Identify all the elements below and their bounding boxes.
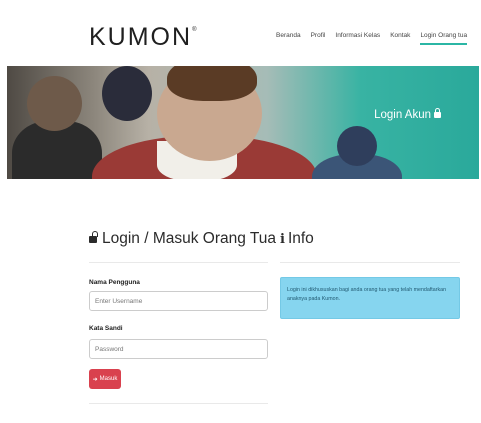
- unlock-icon: [89, 231, 98, 243]
- username-input[interactable]: [89, 291, 268, 311]
- student-figure: [167, 66, 257, 101]
- nav-kontak[interactable]: Kontak: [390, 32, 410, 45]
- banner-title-text: Login Akun: [374, 109, 431, 121]
- nav-informasi-kelas[interactable]: Informasi Kelas: [335, 32, 380, 45]
- hero-banner: Login Akun: [7, 66, 479, 179]
- student-figure: [102, 66, 152, 121]
- nav-login-orang-tua[interactable]: Login Orang tua: [420, 32, 468, 45]
- info-message: Login ini dikhususkan bagi anda orang tu…: [287, 287, 447, 302]
- password-label: Kata Sandi: [89, 325, 123, 332]
- student-figure: [337, 126, 377, 166]
- nav-profil[interactable]: Profil: [311, 32, 326, 45]
- masuk-button-label: Masuk: [99, 376, 118, 382]
- nav-beranda[interactable]: Beranda: [276, 32, 301, 45]
- login-divider: [89, 262, 268, 263]
- password-input[interactable]: [89, 339, 268, 359]
- login-heading: Login / Masuk Orang Tua: [89, 230, 276, 248]
- banner-title: Login Akun: [374, 108, 441, 121]
- login-heading-text: Login / Masuk Orang Tua: [102, 230, 277, 247]
- info-divider: [280, 262, 460, 263]
- username-label: Nama Pengguna: [89, 279, 140, 286]
- info-icon: i: [280, 232, 285, 247]
- site-header: KUMON® Beranda Profil Informasi Kelas Ko…: [0, 0, 481, 66]
- registered-mark: ®: [192, 27, 199, 33]
- main-nav: Beranda Profil Informasi Kelas Kontak Lo…: [276, 32, 477, 45]
- info-heading: i Info: [280, 230, 314, 248]
- info-alert: Login ini dikhususkan bagi anda orang tu…: [280, 277, 460, 319]
- login-bottom-divider: [89, 403, 268, 404]
- lock-icon: [434, 108, 441, 118]
- student-figure: [27, 76, 82, 131]
- info-heading-text: Info: [287, 230, 314, 247]
- logo-text: KUMON: [89, 23, 193, 51]
- kumon-logo[interactable]: KUMON®: [89, 23, 198, 52]
- sign-in-icon: ➜: [92, 376, 98, 383]
- masuk-button[interactable]: ➜ Masuk: [89, 369, 121, 389]
